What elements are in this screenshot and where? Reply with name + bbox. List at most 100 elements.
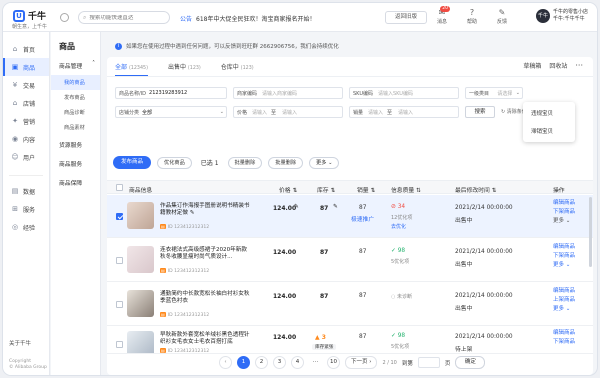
subnav-item-material[interactable]: 商品素材 <box>51 120 100 135</box>
sales-to-input[interactable]: 请输入 <box>396 109 413 116</box>
list-goods-link[interactable]: 上架商品 <box>553 296 575 305</box>
row-checkbox[interactable] <box>116 213 123 222</box>
header-quality[interactable]: 信息质量 ⇅ <box>391 185 421 194</box>
prev-page-button[interactable]: ‹ <box>219 356 232 369</box>
subnav-group-service[interactable]: 商品服务 <box>51 154 100 173</box>
sidebar-item-shop[interactable]: ⌂ 店铺 <box>3 94 49 112</box>
home-icon[interactable] <box>60 13 69 22</box>
sku-code-field[interactable]: SKU编码 请输入SKU编码 <box>349 87 459 99</box>
more-actions-button[interactable]: 更多 ⌄ <box>309 156 340 169</box>
header-stock[interactable]: 库存 ⇅ <box>317 185 335 194</box>
sidebar-item-user[interactable]: ☺ 用户 <box>3 148 49 166</box>
table-row[interactable]: 早秋新款外套宽松羊绒衫黑色透程针织衫女毛衣女士毛衣百搭打底 ▤ ID 123412… <box>107 327 593 354</box>
search-button[interactable]: 搜索 <box>465 106 495 118</box>
about-link[interactable]: 关于千牛 <box>9 341 47 347</box>
message-button[interactable]: ✉ 20 消息 <box>432 6 452 25</box>
table-row[interactable]: 连衣裙法式高级感裙子2020年新款秋冬收腰显瘦时尚气质设计... ▤ ID 123… <box>107 239 593 282</box>
row-checkbox[interactable] <box>116 341 123 350</box>
more-icon[interactable]: ··· <box>575 61 583 69</box>
subnav-item-diagnose[interactable]: 商品诊断 <box>51 105 100 120</box>
product-title[interactable]: 通勤简约中长款宽松长袖白衬衫女秋季蓝色衬衣 <box>160 291 250 305</box>
page-1[interactable]: 1 <box>237 356 250 369</box>
product-title-text[interactable]: 作品集订作海报手图册说明书精装书籍教材定做 <box>160 203 250 216</box>
avatar[interactable]: 千牛 <box>536 9 550 23</box>
subnav-group-guarantee[interactable]: 商品保障 <box>51 173 100 192</box>
merchant-code-field[interactable]: 商家编码 请输入商家编码 <box>233 87 343 99</box>
search-input[interactable] <box>89 14 164 21</box>
tab-warehouse[interactable]: 仓库中 (123) <box>221 62 254 77</box>
subnav-item-publish[interactable]: 发布商品 <box>51 90 100 105</box>
optimize-goods-button[interactable]: 优化商品 <box>157 156 192 169</box>
price-from-input[interactable]: 请输入 <box>250 109 267 116</box>
header-sales[interactable]: 销量 ⇅ <box>357 185 375 194</box>
row-more-menu[interactable]: 更多 ⌄ <box>553 261 575 270</box>
product-thumbnail[interactable] <box>127 290 154 317</box>
delist-goods-link[interactable]: 下架商品 <box>553 208 575 217</box>
sidebar-item-goods[interactable]: ▣ 商品 <box>3 58 49 76</box>
edit-price-icon[interactable]: ✎ <box>294 204 299 210</box>
row-more-menu[interactable]: 更多 ⌄ <box>553 305 575 314</box>
subnav-item-my-goods[interactable]: 我的商品 <box>51 75 100 90</box>
sidebar-item-home[interactable]: ⌂ 首页 <box>3 40 49 58</box>
table-row[interactable]: 通勤简约中长款宽松长袖白衬衫女秋季蓝色衬衣 ▤ ID 123412312312 1… <box>107 283 593 326</box>
table-row[interactable]: 作品集订作海报手图册说明书精装书籍教材定做 ✎ ▤ ID 123412312312… <box>107 195 593 238</box>
dropdown-item-unsold[interactable]: 滞销宝贝 <box>523 122 575 140</box>
product-title[interactable]: 早秋新款外套宽松羊绒衫黑色透程针织衫女毛衣女士毛衣百搭打底 <box>160 332 250 346</box>
subnav-group-source[interactable]: 货源服务 <box>51 135 100 154</box>
header-price[interactable]: 价格 ⇅ <box>279 185 297 194</box>
go-button[interactable]: 确定 <box>455 356 486 369</box>
tab-on-sale[interactable]: 出售中 (123) <box>168 62 201 77</box>
edit-goods-link[interactable]: 编辑商品 <box>553 287 575 296</box>
recycle-button[interactable]: 回收站 <box>549 61 567 70</box>
delist-goods-link[interactable]: 下架商品 <box>553 338 575 347</box>
publish-goods-button[interactable]: 发布商品 <box>113 156 152 169</box>
page-3[interactable]: 3 <box>273 356 286 369</box>
announcement[interactable]: 公告 618年中大促全民狂欢！淘宝商家报名开始！ <box>180 14 315 23</box>
edit-goods-link[interactable]: 编辑商品 <box>553 329 575 338</box>
sku-code-input[interactable]: 请输入SKU编码 <box>376 90 413 97</box>
optimize-link[interactable]: 去优化 <box>391 223 406 230</box>
edit-stock-icon[interactable]: ✎ <box>333 204 338 210</box>
page-4[interactable]: 4 <box>291 356 304 369</box>
global-search[interactable]: ⌕ <box>78 11 170 24</box>
batch-delete-button[interactable]: 批量删除 <box>227 156 263 169</box>
page-10[interactable]: 10 <box>327 356 340 369</box>
announcement-text[interactable]: 618年中大促全民狂欢！淘宝商家报名开始！ <box>196 16 315 23</box>
sidebar-item-data[interactable]: ▤ 数据 <box>3 182 49 200</box>
row-more-menu[interactable]: 更多 ⌄ <box>553 217 575 226</box>
edit-goods-link[interactable]: 编辑商品 <box>553 199 575 208</box>
subnav-group-goods-manage[interactable]: 商品管理 ˄ <box>51 56 100 75</box>
sidebar-item-content[interactable]: ◉ 内容 <box>3 130 49 148</box>
product-thumbnail[interactable] <box>127 246 154 273</box>
price-range-field[interactable]: 价格 请输入至请输入 <box>233 106 343 118</box>
goods-id-value[interactable]: 212319283912 <box>149 90 187 96</box>
product-title[interactable]: 连衣裙法式高级感裙子2020年新款秋冬收腰显瘦时尚气质设计... <box>160 247 250 261</box>
row-checkbox[interactable] <box>116 257 123 266</box>
sales-range-field[interactable]: 销量 请输入至请输入 <box>349 106 459 118</box>
select-all-checkbox[interactable] <box>116 184 123 193</box>
draft-button[interactable]: 草稿箱 <box>523 61 541 70</box>
sidebar-item-experience[interactable]: ◎ 经验 <box>3 218 49 236</box>
sidebar-item-marketing[interactable]: ✦ 营销 <box>3 112 49 130</box>
header-modified-time[interactable]: 最后修改时间 ⇅ <box>455 185 497 194</box>
tab-all[interactable]: 全部 (12345) <box>115 62 148 77</box>
shop-category-select[interactable]: 店铺分类 全部 ⌄ <box>115 106 227 118</box>
product-thumbnail[interactable] <box>127 202 154 229</box>
jump-page-input[interactable] <box>417 357 440 368</box>
page-2[interactable]: 2 <box>255 356 268 369</box>
user-menu[interactable]: 千牛 千牛的零售小店 千牛:千牛千牛 <box>536 9 588 23</box>
logo[interactable]: U 千牛 <box>13 9 46 22</box>
dropdown-item-violation[interactable]: 违规宝贝 <box>523 104 575 122</box>
edit-goods-link[interactable]: 编辑商品 <box>553 243 575 252</box>
category1-select[interactable]: 一级类目 请选择 ⌄ <box>465 87 523 99</box>
product-thumbnail[interactable] <box>127 331 154 353</box>
sidebar-item-trade[interactable]: ¥ 交易 <box>3 76 49 94</box>
row-checkbox[interactable] <box>116 301 123 310</box>
feedback-button[interactable]: ✎ 反馈 <box>492 8 512 25</box>
batch-delete-button-2[interactable]: 批量删除 <box>268 156 304 169</box>
help-button[interactable]: ? 帮助 <box>462 8 482 25</box>
goods-id-field[interactable]: 商品名称/ID 212319283912 <box>115 87 227 99</box>
sidebar-item-service[interactable]: ⊞ 服务 <box>3 200 49 218</box>
merchant-code-input[interactable]: 请输入商家编码 <box>260 90 297 97</box>
price-to-input[interactable]: 请输入 <box>280 109 297 116</box>
